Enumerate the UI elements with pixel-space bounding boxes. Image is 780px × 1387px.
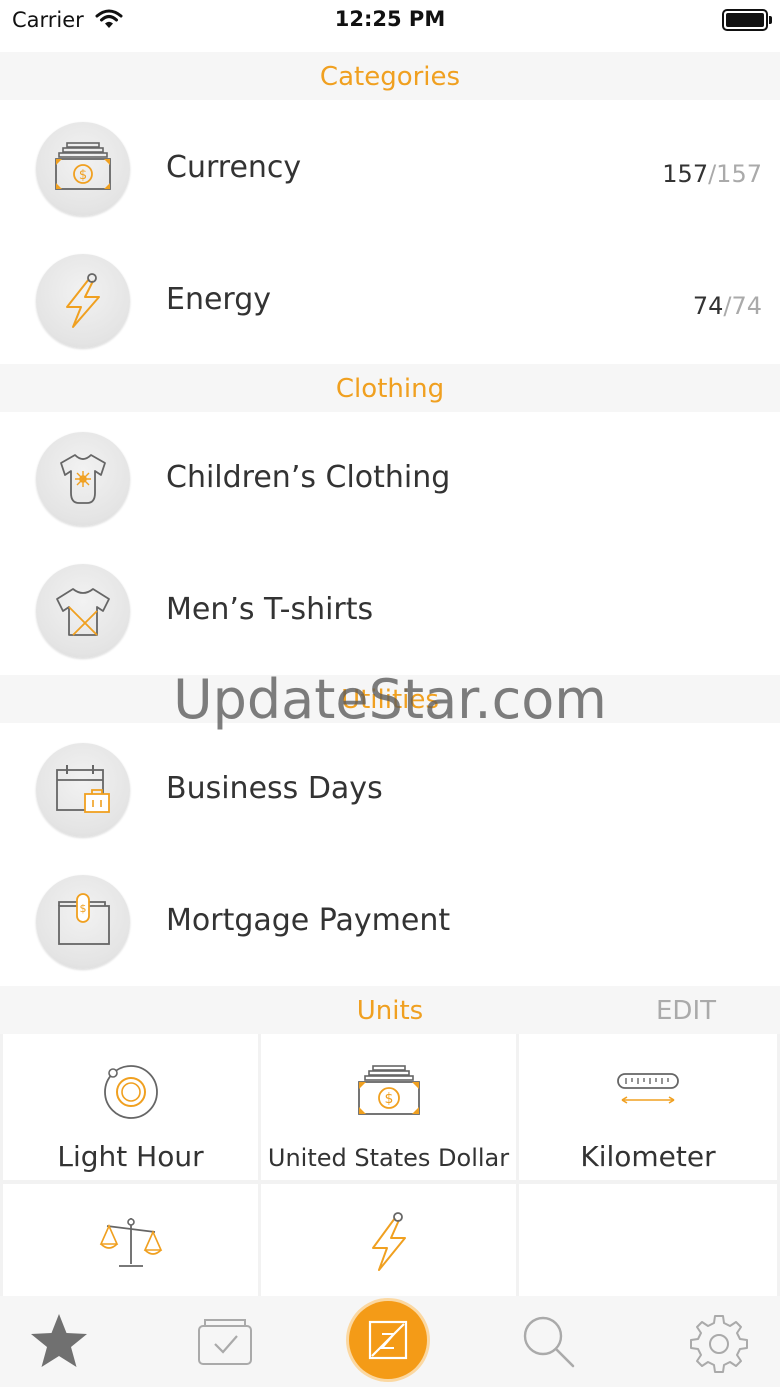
onesie-icon [36, 432, 130, 526]
orbit-icon [103, 1065, 158, 1119]
svg-text:$: $ [79, 168, 87, 183]
ruler-icon [617, 1073, 679, 1104]
converter-icon [368, 1320, 408, 1360]
section-title: Categories [319, 62, 461, 92]
checkbox-icon [198, 1319, 252, 1365]
row-mens-tshirts[interactable]: Men’s T-shirts [0, 544, 780, 676]
unit-tile-us-dollar[interactable]: $ United States Dollar [261, 1034, 516, 1180]
tab-bar [0, 1296, 780, 1387]
count-value: 157 [662, 160, 709, 188]
row-childrens-clothing[interactable]: Children’s Clothing [0, 412, 780, 544]
svg-text:$: $ [384, 1091, 393, 1107]
tab-checklist[interactable] [193, 1310, 257, 1374]
row-label: Business Days [166, 771, 383, 806]
item-count: 74/74 [693, 292, 762, 320]
lightning-icon [36, 254, 130, 348]
row-currency[interactable]: $ Currency 157/157 [0, 102, 780, 234]
search-icon [523, 1316, 575, 1368]
section-header-units: Units EDIT [0, 986, 780, 1034]
count-value: 74 [692, 292, 724, 320]
scale-icon [99, 1218, 162, 1267]
row-label: Energy [166, 282, 272, 317]
row-label: Men’s T-shirts [166, 592, 374, 627]
row-energy[interactable]: Energy 74/74 [0, 234, 780, 366]
row-label: Children’s Clothing [166, 460, 451, 495]
row-label: Currency [166, 150, 302, 185]
status-bar: Carrier 12:25 PM [0, 0, 780, 48]
unit-tile-scale[interactable] [3, 1184, 258, 1296]
unit-tile-kilometer[interactable]: Kilometer [519, 1034, 777, 1180]
money-stack-icon: $ [357, 1065, 420, 1115]
section-header-clothing: Clothing [0, 364, 780, 412]
section-title: Utilities [341, 685, 439, 715]
money-stack-icon: $ [36, 122, 130, 216]
unit-label: United States Dollar [267, 1144, 510, 1172]
count-total: /157 [708, 160, 762, 188]
gear-icon [690, 1315, 748, 1373]
calendar-briefcase-icon [36, 743, 130, 837]
tshirt-icon [36, 564, 130, 658]
unit-tile-empty [519, 1184, 777, 1296]
tab-settings[interactable] [687, 1310, 751, 1374]
item-count: 157/157 [662, 160, 762, 188]
star-icon [31, 1314, 87, 1367]
tab-converter[interactable] [349, 1301, 427, 1379]
section-title: Clothing [335, 374, 445, 404]
count-total: /74 [723, 292, 762, 320]
svg-text:$: $ [80, 902, 87, 915]
section-header-categories: Categories [0, 52, 780, 100]
clock: 12:25 PM [334, 7, 446, 31]
unit-label: Kilometer [580, 1140, 716, 1173]
tab-search[interactable] [517, 1310, 581, 1374]
row-label: Mortgage Payment [166, 903, 451, 938]
wallet-icon: $ [36, 875, 130, 969]
row-business-days[interactable]: Business Days [0, 723, 780, 855]
units-grid: Light Hour $ United States Dollar Kilome… [0, 1034, 780, 1296]
tab-favorites[interactable] [27, 1310, 91, 1374]
edit-button[interactable]: EDIT [656, 996, 716, 1026]
unit-tile-light-hour[interactable]: Light Hour [3, 1034, 258, 1180]
section-header-utilities: Utilities [0, 675, 780, 723]
unit-tile-energy[interactable] [261, 1184, 516, 1296]
lightning-icon [371, 1212, 406, 1271]
unit-label: Light Hour [57, 1140, 204, 1173]
row-mortgage-payment[interactable]: $ Mortgage Payment [0, 855, 780, 987]
battery-icon [722, 9, 772, 31]
